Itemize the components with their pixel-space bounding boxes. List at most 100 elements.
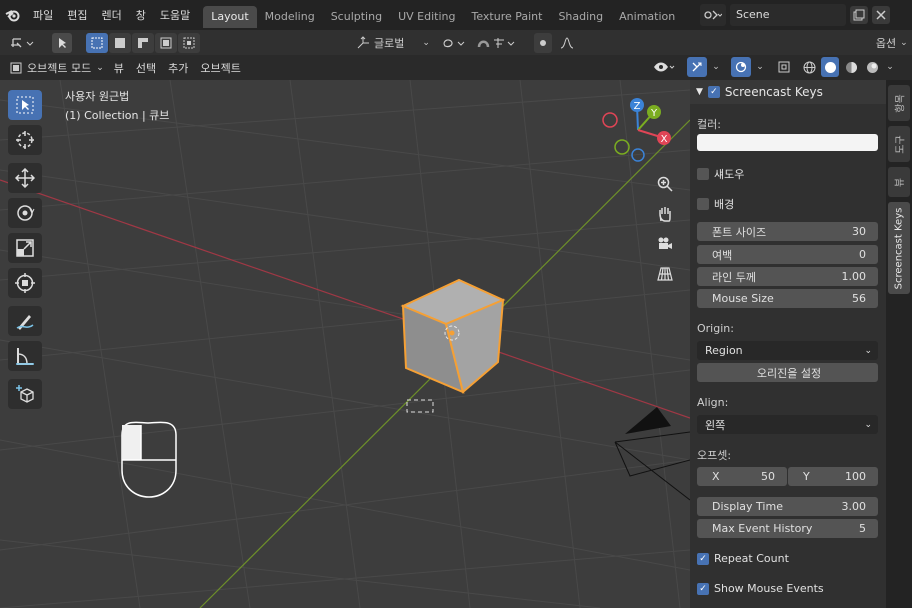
select-subtract-icon[interactable] xyxy=(132,32,154,53)
align-dropdown[interactable]: 왼쪽 ⌄ xyxy=(697,415,878,434)
offset-y-field[interactable]: Y 100 xyxy=(788,467,878,486)
tab-tool[interactable]: 도구 xyxy=(888,126,910,162)
align-label: Align: xyxy=(697,396,729,409)
repeat-count-toggle[interactable]: ✓ Repeat Count xyxy=(697,552,789,565)
menu-edit[interactable]: 편집 xyxy=(60,7,94,23)
wireframe-shading-icon[interactable] xyxy=(800,57,818,77)
cursor-tool[interactable] xyxy=(8,125,42,155)
origin-dropdown[interactable]: Region ⌄ xyxy=(697,341,878,360)
chevron-down-icon[interactable]: ⌄ xyxy=(710,57,722,77)
font-size-value: 30 xyxy=(852,225,866,238)
options-dropdown[interactable]: 옵션 ⌄ xyxy=(876,33,908,53)
select-new-icon[interactable] xyxy=(86,32,108,53)
neg-z-handle[interactable] xyxy=(631,148,645,162)
tab-uv-editing[interactable]: UV Editing xyxy=(390,6,463,28)
selection-modes xyxy=(86,32,201,53)
perspective-grid-icon[interactable] xyxy=(653,262,677,286)
tab-animation[interactable]: Animation xyxy=(611,6,683,28)
annotate-tool[interactable] xyxy=(8,306,42,336)
add-cube-tool[interactable] xyxy=(8,379,42,409)
neg-x-handle[interactable] xyxy=(602,112,618,128)
pan-hand-icon[interactable] xyxy=(653,202,677,226)
overlays-icon[interactable] xyxy=(731,57,751,77)
tab-sculpting[interactable]: Sculpting xyxy=(323,6,390,28)
new-scene-icon[interactable] xyxy=(850,6,868,24)
tab-texture-paint[interactable]: Texture Paint xyxy=(463,6,550,28)
background-checkbox[interactable] xyxy=(697,198,709,210)
line-width-value: 1.00 xyxy=(841,270,867,283)
menu-window[interactable]: 창 xyxy=(129,7,153,23)
display-time-field[interactable]: Display Time 3.00 xyxy=(697,497,878,516)
mouse-display xyxy=(121,421,177,498)
cube[interactable] xyxy=(400,278,506,394)
menu-help[interactable]: 도움말 xyxy=(153,7,197,23)
falloff-icon[interactable] xyxy=(558,33,576,53)
menu-file[interactable]: 파일 xyxy=(26,7,60,23)
solid-shading-icon[interactable] xyxy=(821,57,839,77)
transform-tool[interactable] xyxy=(8,268,42,298)
rendered-shading-icon[interactable] xyxy=(863,57,881,77)
select-intersect-icon[interactable] xyxy=(178,32,200,53)
background-label: 배경 xyxy=(714,198,735,211)
offset-x-field[interactable]: X 50 xyxy=(697,467,787,486)
3d-viewport[interactable]: 사용자 원근법 (1) Collection | 큐브 Z Y X xyxy=(0,80,690,608)
proportional-edit-icon[interactable] xyxy=(533,32,552,53)
tab-view[interactable]: 뷰 xyxy=(888,167,910,197)
move-tool[interactable] xyxy=(8,163,42,193)
screencast-keys-header[interactable]: ▼ ✓ Screencast Keys xyxy=(690,80,886,104)
snap-icon[interactable] xyxy=(476,33,518,53)
tab-modeling[interactable]: Modeling xyxy=(257,6,323,28)
measure-tool[interactable] xyxy=(8,341,42,371)
shadow-toggle[interactable]: 섀도우 xyxy=(697,166,744,182)
select-box-tool[interactable] xyxy=(8,90,42,120)
menu-render[interactable]: 렌더 xyxy=(95,7,129,23)
select-extend-icon[interactable] xyxy=(109,32,131,53)
repeat-count-checkbox[interactable]: ✓ xyxy=(697,552,709,565)
orientation-dropdown[interactable]: 글로벌 ⌄ xyxy=(356,33,430,53)
background-toggle[interactable]: 배경 xyxy=(697,196,734,212)
pivot-point-icon[interactable] xyxy=(440,33,468,53)
select-tool-icon[interactable] xyxy=(52,32,72,53)
scene-name-field[interactable]: Scene xyxy=(730,4,846,26)
rotate-tool[interactable] xyxy=(8,198,42,228)
menu-object[interactable]: 오브젝트 xyxy=(194,60,246,76)
sidebar-tabs: 항목 도구 뷰 Screencast Keys xyxy=(886,80,912,608)
gizmo-toggle-icon[interactable] xyxy=(687,57,707,77)
menu-select[interactable]: 선택 xyxy=(130,60,162,76)
margin-field[interactable]: 여백 0 xyxy=(697,245,878,264)
menu-add[interactable]: 추가 xyxy=(162,60,194,76)
chevron-down-icon[interactable]: ⌄ xyxy=(884,57,896,77)
max-history-field[interactable]: Max Event History 5 xyxy=(697,519,878,538)
set-origin-button[interactable]: 오리진을 설정 xyxy=(697,363,878,382)
line-width-field[interactable]: 라인 두께 1.00 xyxy=(697,267,878,286)
scene-icon[interactable] xyxy=(700,4,726,26)
xray-icon[interactable] xyxy=(775,57,793,77)
scale-tool[interactable] xyxy=(8,233,42,263)
show-mouse-checkbox[interactable]: ✓ xyxy=(697,582,709,595)
chevron-down-icon[interactable]: ⌄ xyxy=(754,57,766,77)
zoom-icon[interactable] xyxy=(653,172,677,196)
visibility-eye-icon[interactable] xyxy=(652,57,676,77)
collapse-arrow-icon[interactable]: ▼ xyxy=(696,87,703,97)
shadow-checkbox[interactable] xyxy=(697,168,709,180)
show-mouse-toggle[interactable]: ✓ Show Mouse Events xyxy=(697,582,824,595)
material-shading-icon[interactable] xyxy=(842,57,860,77)
tab-shading[interactable]: Shading xyxy=(550,6,611,28)
mouse-size-field[interactable]: Mouse Size 56 xyxy=(697,289,878,308)
tab-item[interactable]: 항목 xyxy=(888,85,910,121)
mode-dropdown[interactable]: 오브젝트 모드 ⌄ xyxy=(10,60,104,76)
color-swatch[interactable] xyxy=(697,134,878,151)
camera-view-icon[interactable] xyxy=(653,232,677,256)
blender-logo-icon[interactable] xyxy=(0,0,26,30)
neg-y-handle[interactable] xyxy=(614,139,630,155)
transform-pivot-icon[interactable] xyxy=(6,33,40,53)
chevron-down-icon: ⌄ xyxy=(96,62,104,73)
font-size-field[interactable]: 폰트 사이즈 30 xyxy=(697,222,878,241)
select-invert-icon[interactable] xyxy=(155,32,177,53)
tab-screencast-keys[interactable]: Screencast Keys xyxy=(888,202,910,294)
navigation-gizmo[interactable]: Z Y X xyxy=(600,95,672,165)
addon-enable-checkbox[interactable]: ✓ xyxy=(707,86,720,98)
tab-layout[interactable]: Layout xyxy=(203,6,257,28)
delete-scene-icon[interactable] xyxy=(872,6,890,24)
menu-view[interactable]: 뷰 xyxy=(108,60,130,76)
